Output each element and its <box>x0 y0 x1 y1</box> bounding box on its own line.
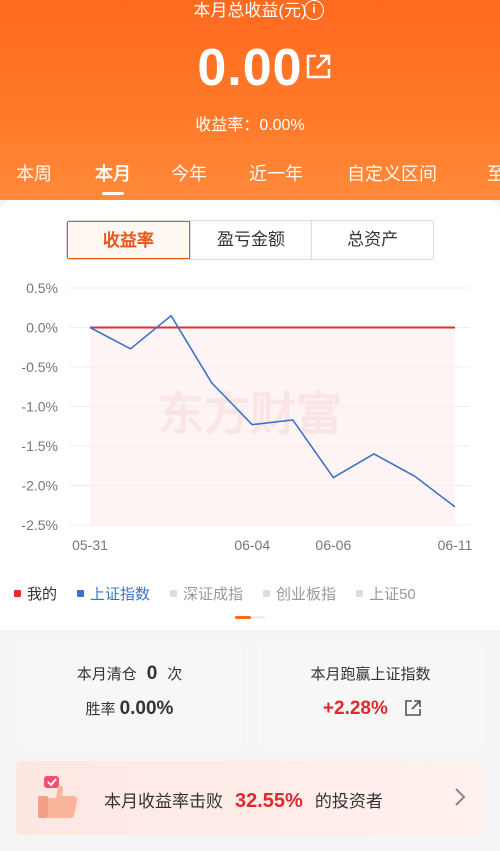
y-tick-label: -1.5% <box>21 438 58 454</box>
y-tick-label: -0.5% <box>21 359 58 375</box>
legend-item-3[interactable]: 创业板指 <box>263 582 336 604</box>
legend-scroll-indicator <box>235 616 265 619</box>
tab-week[interactable]: 本周 <box>16 160 52 186</box>
investor-rank-banner[interactable]: 本月收益率击败 32.55% 的投资者 <box>16 761 484 835</box>
chevron-right-icon <box>455 788 466 806</box>
share-external-icon[interactable] <box>303 52 333 82</box>
clear-position-stats: 本月清仓 0 次 胜率 0.00% <box>16 641 243 747</box>
tab-month[interactable]: 本月 <box>95 160 131 186</box>
legend-label: 我的 <box>27 585 58 603</box>
clear-count: 0 <box>146 663 158 684</box>
summary-header: 本月总收益(元) i 0.00 收益率：0.00% 本周 本月 今年 近一年 自… <box>0 0 500 200</box>
legend-label: 上证50 <box>369 585 416 603</box>
tab-year[interactable]: 今年 <box>171 160 207 186</box>
beat-percent: 32.55% <box>235 790 303 812</box>
legend-item-2[interactable]: 深证成指 <box>170 582 243 604</box>
y-tick-label: -2.0% <box>21 478 58 494</box>
return-rate-chart[interactable]: 东方财富0.5%0.0%-0.5%-1.0%-1.5%-2.0%-2.5%05-… <box>0 270 500 570</box>
earnings-amount: 0.00 <box>197 39 303 97</box>
beat-index-stats[interactable]: 本月跑赢上证指数 +2.28% <box>257 641 484 747</box>
legend-swatch <box>14 589 21 597</box>
earnings-rate: 收益率：0.00% <box>195 117 305 134</box>
legend-swatch <box>170 589 178 597</box>
thumbs-up-icon <box>38 776 78 818</box>
legend-swatch <box>77 589 85 597</box>
y-tick-label: -2.5% <box>21 517 58 533</box>
tab-custom-range[interactable]: 自定义区间 <box>347 160 437 186</box>
metric-tab-profit-loss[interactable]: 盈亏金额 <box>189 221 312 259</box>
x-tick-label: 06-11 <box>438 537 473 553</box>
legend-item-0[interactable]: 我的 <box>14 582 57 604</box>
x-tick-label: 06-04 <box>234 537 270 553</box>
legend-label: 创业板指 <box>276 585 337 603</box>
y-tick-label: 0.5% <box>26 280 58 296</box>
chart-legend: 我的 上证指数 深证成指 创业板指 上证50 <box>14 582 500 604</box>
metric-tab-total-assets[interactable]: 总资产 <box>311 221 433 259</box>
legend-item-4[interactable]: 上证50 <box>356 582 416 604</box>
metric-tab-return-rate[interactable]: 收益率 <box>67 221 190 259</box>
legend-swatch <box>263 589 271 597</box>
legend-label: 深证成指 <box>183 585 244 603</box>
legend-item-1[interactable]: 上证指数 <box>77 582 150 604</box>
chart-card: 收益率 盈亏金额 总资产 东方财富0.5%0.0%-0.5%-1.0%-1.5%… <box>0 200 500 630</box>
period-tabs: 本周 本月 今年 近一年 自定义区间 至 <box>0 156 500 196</box>
y-tick-label: 0.0% <box>26 320 58 336</box>
x-tick-label: 06-06 <box>315 537 351 553</box>
legend-label: 上证指数 <box>90 585 151 603</box>
metric-segmented-control: 收益率 盈亏金额 总资产 <box>66 220 434 260</box>
x-tick-label: 05-31 <box>72 537 108 553</box>
area-fill <box>90 327 455 525</box>
monthly-earnings-title: 本月总收益(元) <box>193 1 307 20</box>
share-external-icon[interactable] <box>404 699 422 717</box>
info-icon[interactable]: i <box>304 0 324 20</box>
win-rate: 0.00% <box>119 698 174 719</box>
legend-swatch <box>356 589 364 597</box>
beat-index-value: +2.28% <box>322 698 388 719</box>
tab-more[interactable]: 至 <box>487 160 500 186</box>
y-tick-label: -1.0% <box>21 399 58 415</box>
tab-last-year[interactable]: 近一年 <box>249 160 303 186</box>
